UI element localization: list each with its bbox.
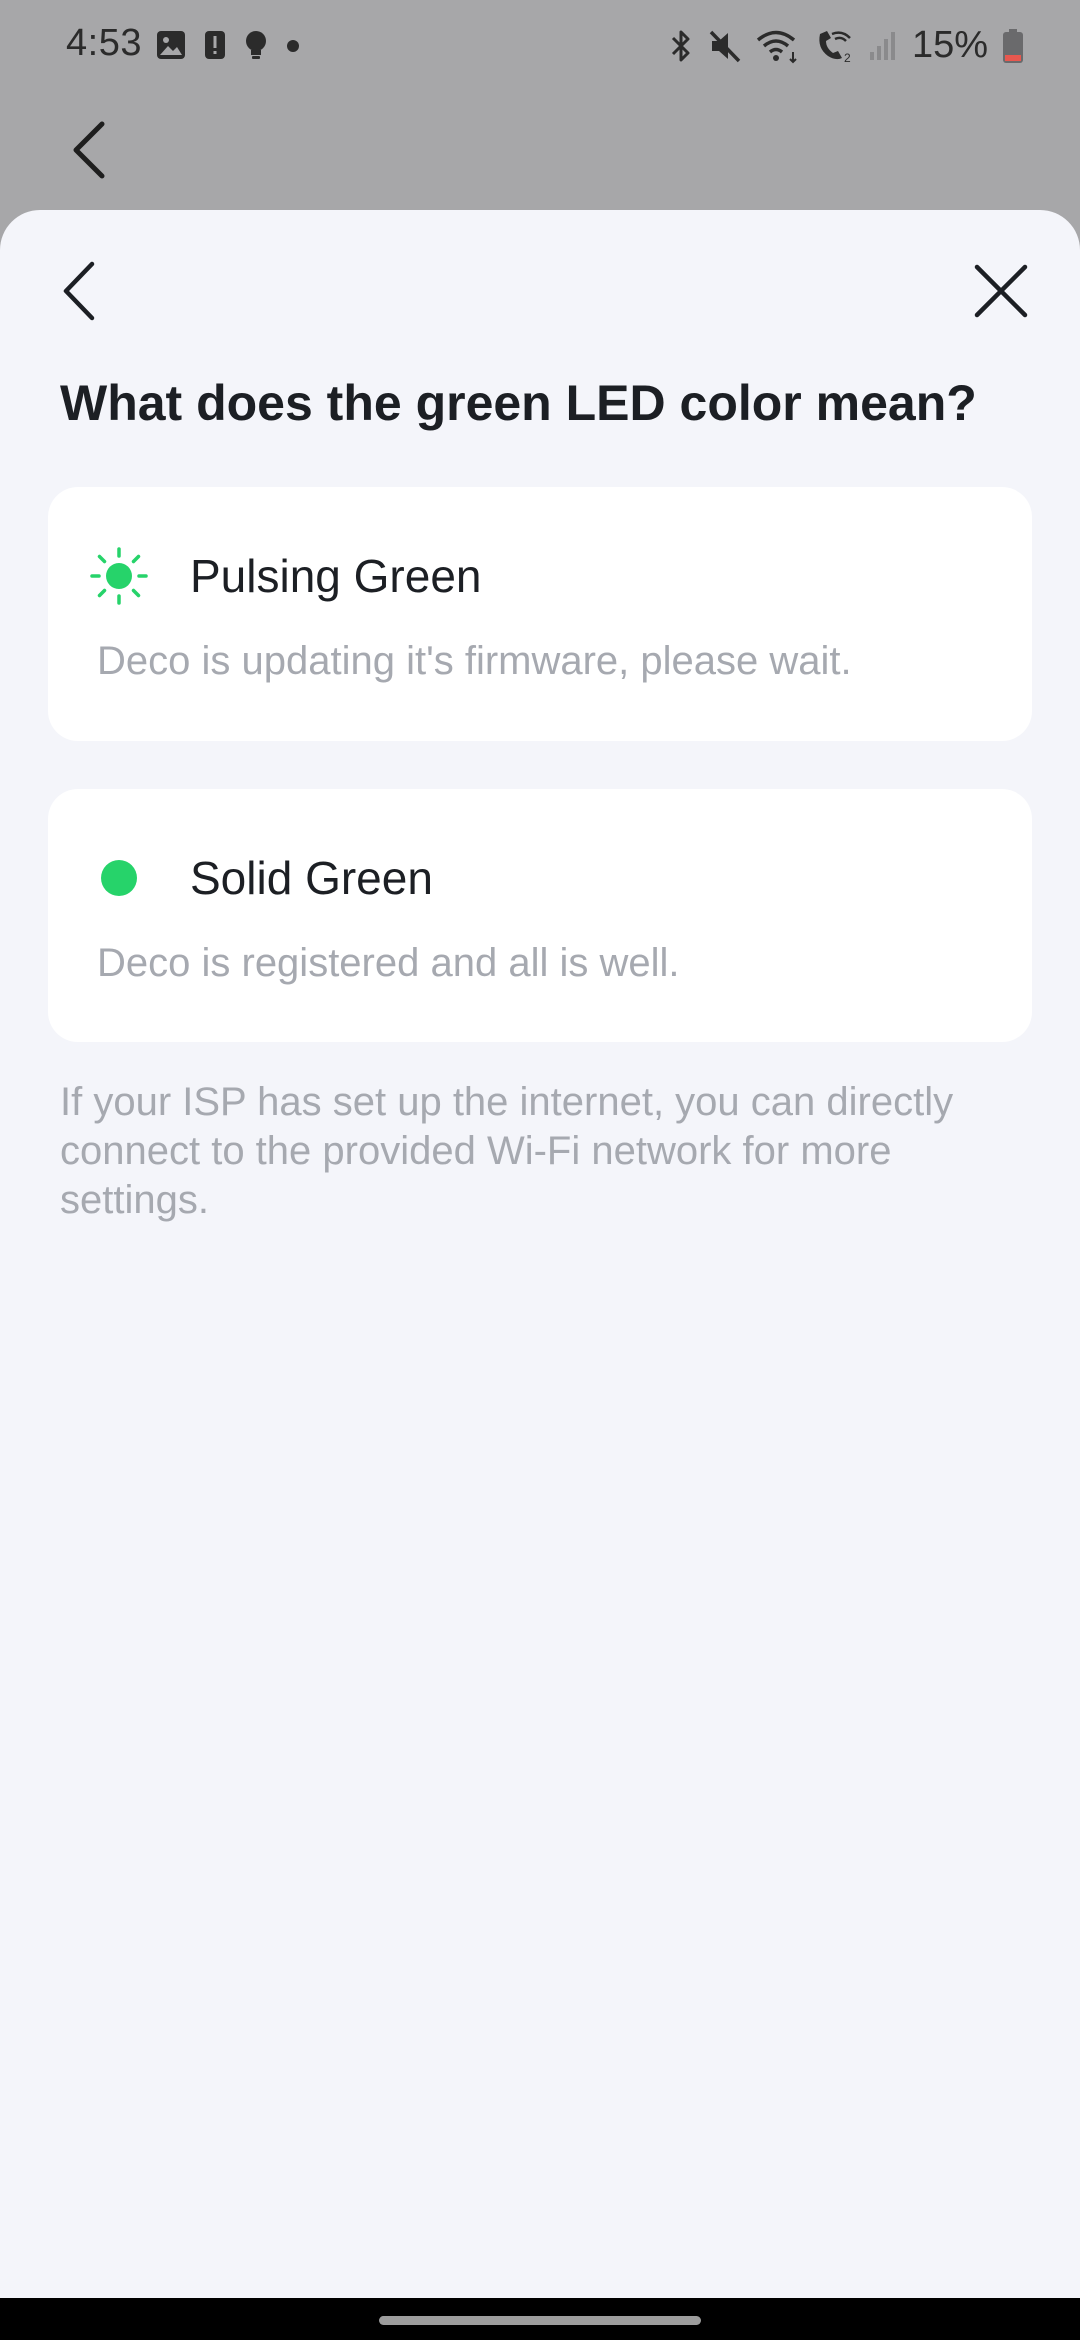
bluetooth-icon <box>668 28 694 64</box>
dot-icon <box>286 30 300 60</box>
page-title: What does the green LED color mean? <box>60 375 977 431</box>
led-state-label: Pulsing Green <box>190 550 482 602</box>
battery-percent: 15% <box>911 24 988 66</box>
close-button[interactable] <box>966 256 1036 326</box>
gallery-icon <box>156 30 186 60</box>
wifi-call-icon: 2 <box>814 28 854 64</box>
status-time: 4:53 <box>66 22 142 64</box>
home-gesture-handle[interactable] <box>379 2316 701 2325</box>
status-bar: 4:53 2 15% <box>0 0 1080 96</box>
led-state-description: Deco is updating it's firmware, please w… <box>97 639 852 683</box>
background-back-button[interactable] <box>66 118 114 182</box>
bulb-icon <box>244 30 268 60</box>
solid-led-icon <box>90 849 148 907</box>
chevron-left-icon <box>66 118 114 182</box>
back-button[interactable] <box>50 256 110 326</box>
led-state-description: Deco is registered and all is well. <box>97 941 680 985</box>
close-icon <box>973 263 1029 319</box>
status-notification-icons <box>156 30 300 60</box>
led-info-sheet: What does the green LED color mean? Puls… <box>0 210 1080 2298</box>
led-state-card-pulsing: Pulsing Green Deco is updating it's firm… <box>48 487 1032 741</box>
battery-icon <box>1002 28 1024 64</box>
navigation-bar <box>0 2298 1080 2340</box>
card-header: Solid Green <box>90 849 433 907</box>
card-header: Pulsing Green <box>90 547 482 605</box>
isp-footnote: If your ISP has set up the internet, you… <box>60 1080 954 1222</box>
led-state-card-solid: Solid Green Deco is registered and all i… <box>48 789 1032 1042</box>
svg-text:2: 2 <box>844 51 851 64</box>
status-system-icons: 2 15% <box>668 24 1024 67</box>
wifi-icon <box>756 28 800 64</box>
chevron-left-icon <box>60 260 100 322</box>
led-state-label: Solid Green <box>190 852 433 904</box>
signal-icon <box>868 28 898 64</box>
pulsing-led-icon <box>90 547 148 605</box>
mute-icon <box>708 28 742 64</box>
alert-icon <box>204 30 226 60</box>
